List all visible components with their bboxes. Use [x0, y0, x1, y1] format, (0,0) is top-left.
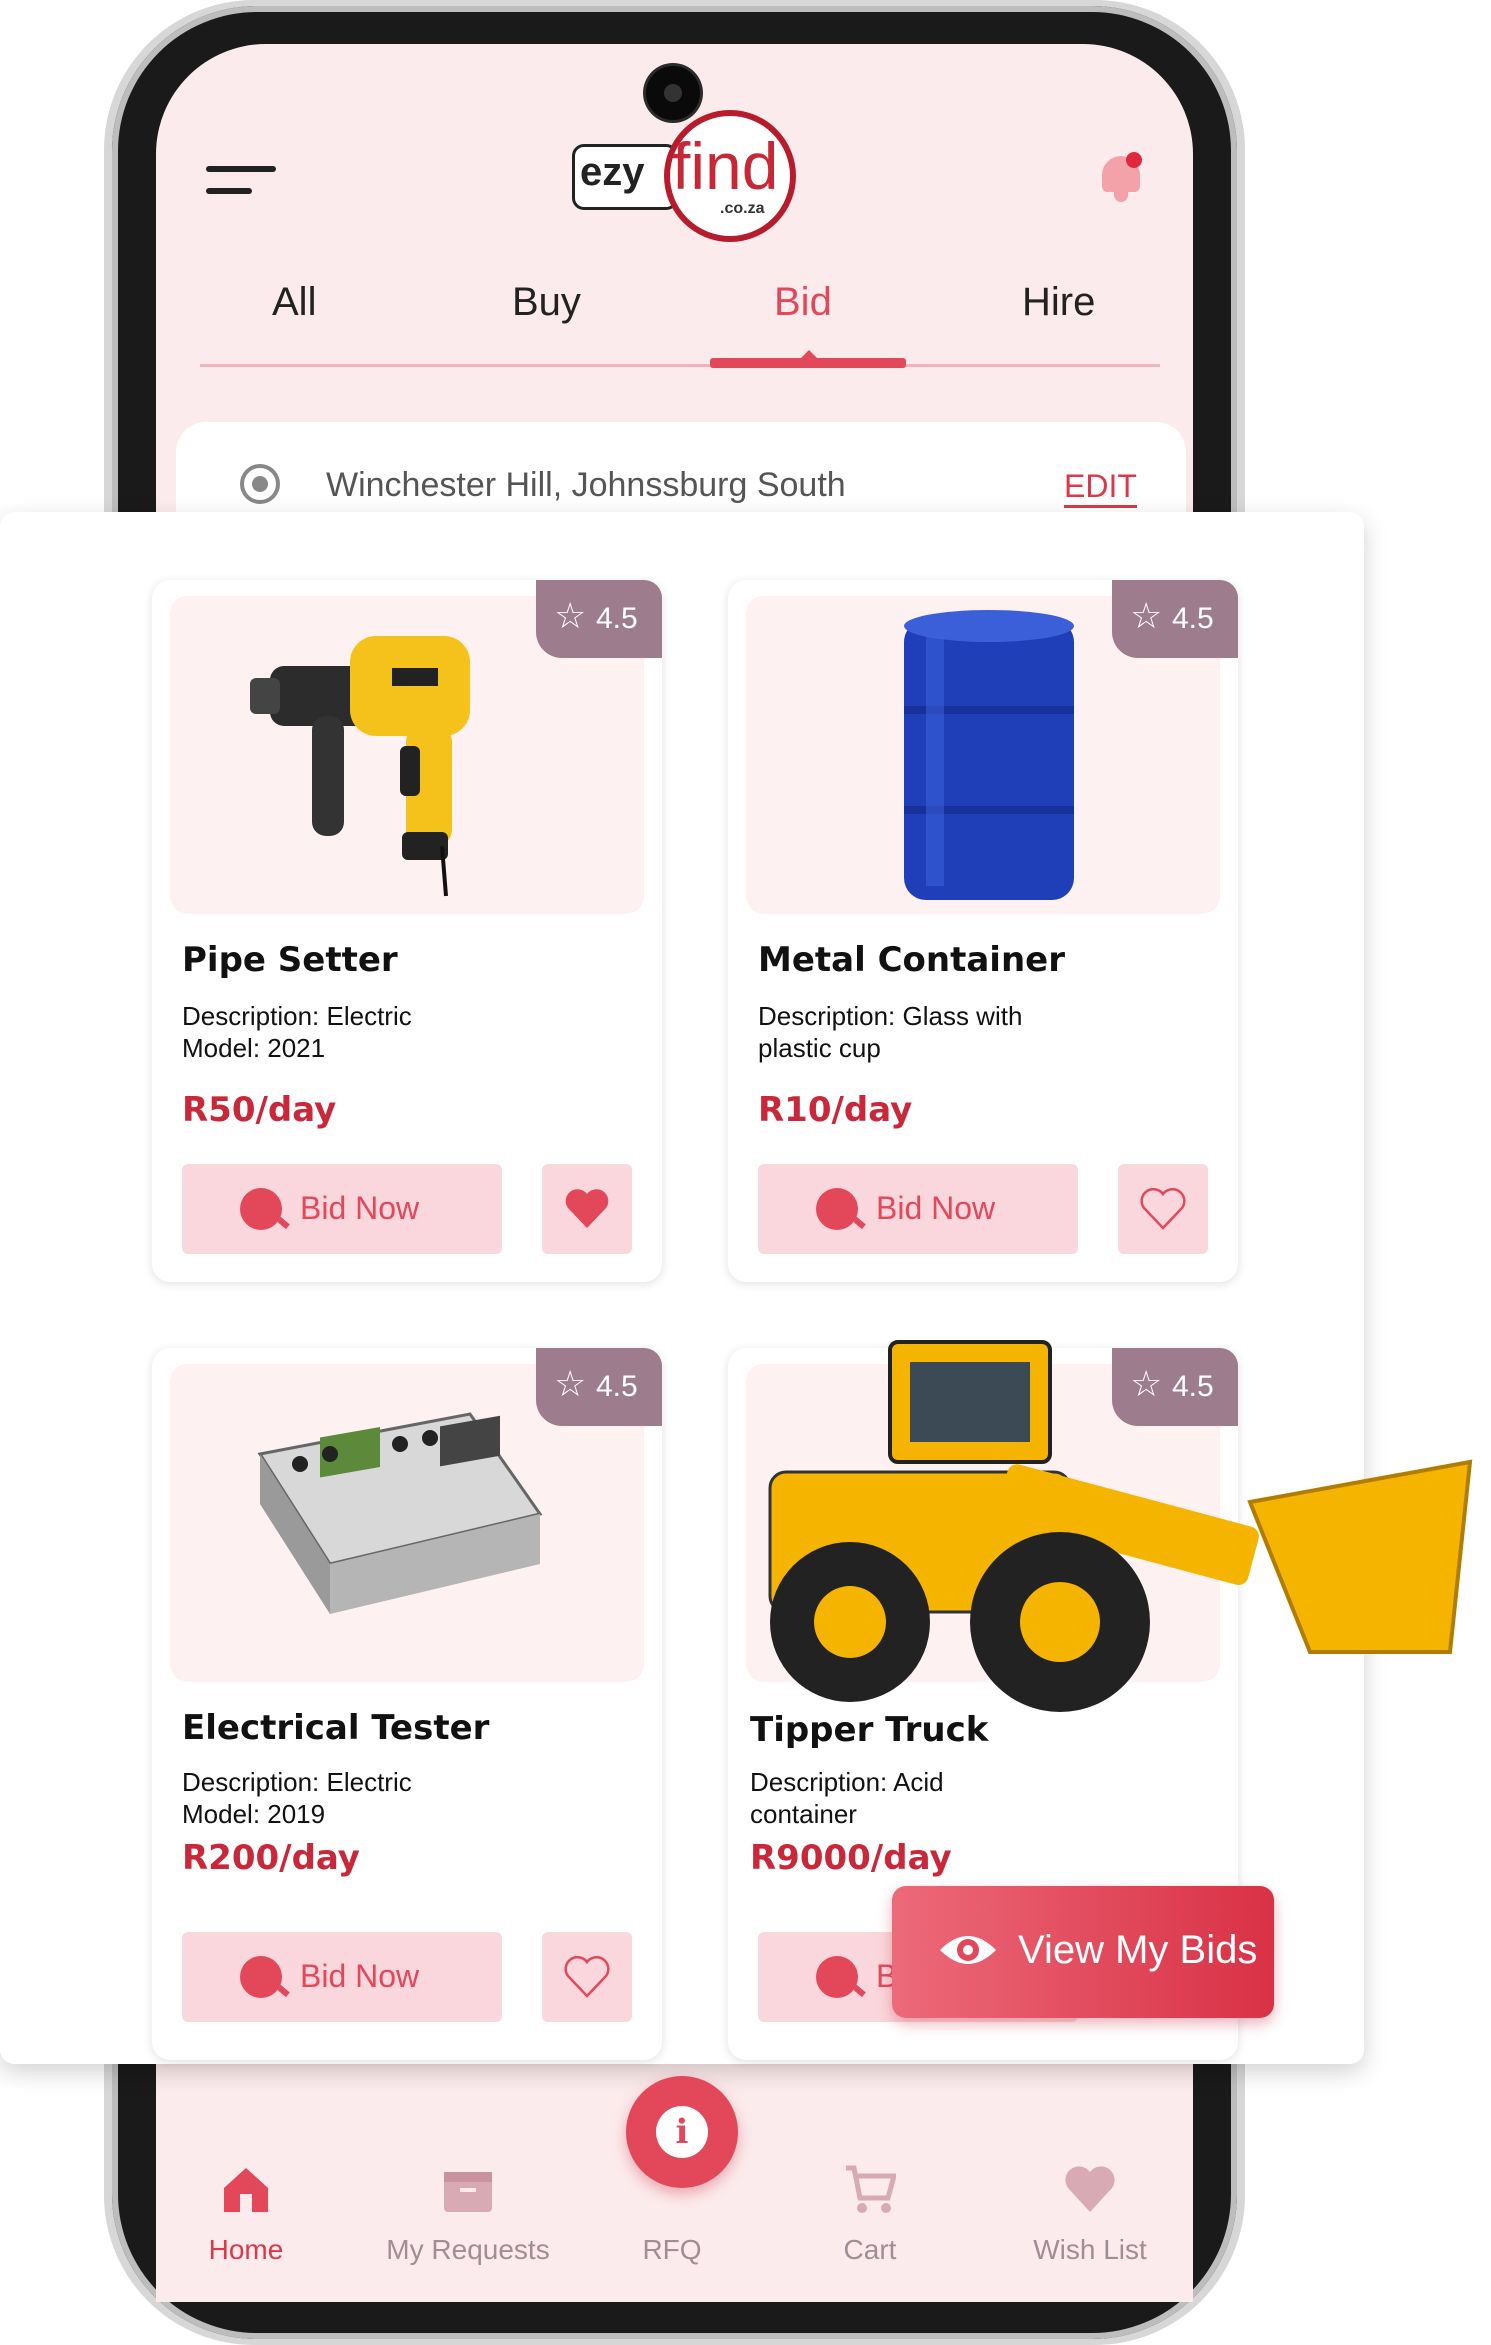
- category-tabs: All Buy Bid Hire: [200, 270, 1160, 370]
- star-outline-icon: ☆: [554, 1363, 587, 1404]
- product-description: Description: Electric Model: 2019: [182, 1767, 412, 1829]
- rating-badge: ☆ 4.5: [1112, 580, 1238, 658]
- hamburger-menu-icon[interactable]: [206, 160, 276, 200]
- product-price: R9000/day: [750, 1838, 952, 1878]
- product-title: Pipe Setter: [182, 940, 398, 980]
- eye-icon: [940, 1936, 996, 1964]
- nav-item-wish-list[interactable]: Wish List: [1000, 2130, 1180, 2280]
- product-title: Electrical Tester: [182, 1708, 490, 1748]
- app-logo: ezy find .co.za: [572, 110, 796, 242]
- home-icon: [224, 2168, 268, 2212]
- edit-location-button[interactable]: EDIT: [1064, 468, 1137, 508]
- gavel-icon: [240, 1188, 282, 1230]
- rfq-fab-button[interactable]: i: [626, 2076, 738, 2188]
- view-my-bids-button[interactable]: View My Bids: [892, 1886, 1274, 2018]
- nav-item-cart[interactable]: Cart: [780, 2130, 960, 2280]
- wishlist-toggle-button[interactable]: [542, 1164, 632, 1254]
- rating-badge: ☆ 4.5: [536, 580, 662, 658]
- active-tab-caret: [800, 350, 818, 359]
- product-card[interactable]: ☆ 4.5 Electrical Tester Description: Elec…: [152, 1348, 662, 2060]
- gavel-icon: [816, 1188, 858, 1230]
- gavel-icon: [816, 1956, 858, 1998]
- info-icon: i: [656, 2106, 708, 2158]
- wishlist-toggle-button[interactable]: [542, 1932, 632, 2022]
- product-price: R50/day: [182, 1090, 337, 1130]
- nav-item-my-requests[interactable]: My Requests: [378, 2130, 558, 2280]
- notification-bell-icon[interactable]: [1096, 150, 1146, 206]
- product-price: R200/day: [182, 1838, 360, 1878]
- heart-outline-icon: [564, 1956, 610, 1998]
- product-card[interactable]: ☆ 4.5 Metal Container Description: Glass …: [728, 580, 1238, 1282]
- heart-outline-icon: [1140, 1188, 1186, 1230]
- star-outline-icon: ☆: [1130, 595, 1163, 636]
- tab-all[interactable]: All: [272, 280, 316, 325]
- bid-now-button[interactable]: Bid Now: [758, 1164, 1078, 1254]
- wheel-loader-icon: [768, 1340, 1473, 1712]
- product-price: R10/day: [758, 1090, 913, 1130]
- wishlist-toggle-button[interactable]: [1118, 1164, 1208, 1254]
- product-card[interactable]: ☆ 4.5 Pipe Setter Description: Electric Mo…: [152, 580, 662, 1282]
- tab-buy[interactable]: Buy: [512, 280, 581, 325]
- product-grid-panel: ☆ 4.5 Pipe Setter Description: Electric Mo…: [0, 512, 1473, 2064]
- star-outline-icon: ☆: [554, 595, 587, 636]
- notification-dot: [1126, 152, 1142, 168]
- rating-badge: ☆ 4.5: [536, 1348, 662, 1426]
- heart-icon: [1065, 2166, 1115, 2212]
- location-text: Winchester Hill, Johnssburg South: [326, 466, 846, 504]
- gavel-icon: [240, 1956, 282, 1998]
- bid-now-button[interactable]: Bid Now: [182, 1164, 502, 1254]
- product-description: Description: Electric Model: 2021: [182, 1001, 412, 1063]
- active-tab-indicator: [710, 358, 906, 368]
- box-icon: [444, 2172, 492, 2212]
- location-target-icon: [240, 464, 280, 504]
- bid-now-button[interactable]: Bid Now: [182, 1932, 502, 2022]
- heart-filled-icon: [565, 1189, 609, 1228]
- cart-icon: [846, 2165, 896, 2213]
- tab-hire[interactable]: Hire: [1022, 280, 1095, 325]
- product-description: Description: Glass with plastic cup: [758, 1001, 1023, 1063]
- nav-item-home[interactable]: Home: [156, 2130, 336, 2280]
- tab-divider: [200, 364, 1160, 367]
- product-title: Metal Container: [758, 940, 1065, 980]
- tab-bid[interactable]: Bid: [774, 280, 832, 325]
